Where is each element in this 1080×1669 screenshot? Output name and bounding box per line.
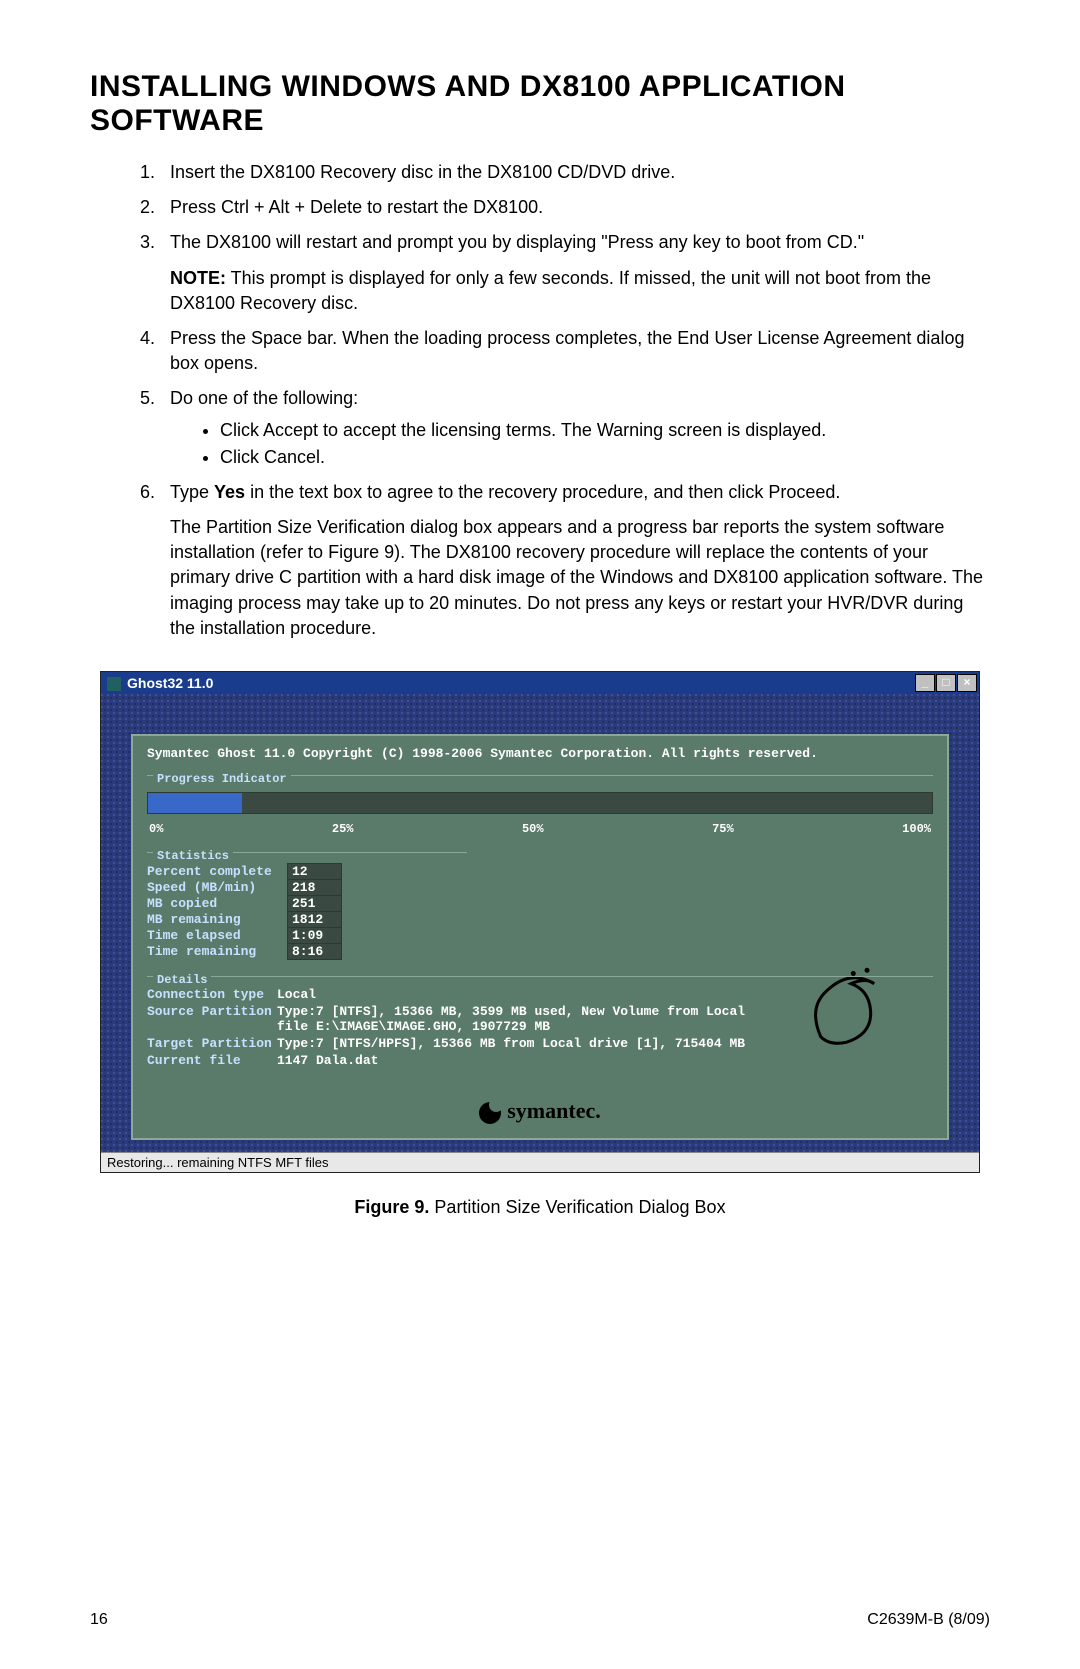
note-text: This prompt is displayed for only a few … [170, 268, 931, 313]
detail-label: Target Partition [147, 1036, 277, 1051]
stat-label: MB remaining [147, 912, 288, 928]
step-5b-text: Click Cancel. [220, 447, 325, 467]
step-5a-text: Click Accept to accept the licensing ter… [220, 420, 826, 440]
progress-label: Progress Indicator [153, 772, 291, 786]
detail-tgt-part: Target PartitionType:7 [NTFS/HPFS], 1536… [147, 1036, 933, 1051]
step-1-text: Insert the DX8100 Recovery disc in the D… [170, 162, 675, 182]
symantec-text: symantec. [507, 1098, 600, 1123]
ghost-copyright: Symantec Ghost 11.0 Copyright (C) 1998-2… [147, 746, 933, 761]
step-3-note: NOTE: This prompt is displayed for only … [170, 266, 990, 316]
stat-row-elapsed: Time elapsed1:09 [147, 928, 342, 944]
detail-label: Current file [147, 1053, 277, 1068]
stat-value: 218 [288, 880, 342, 896]
tick-100: 100% [902, 822, 931, 836]
step-5b: Click Cancel. [220, 445, 990, 470]
detail-src-part: Source PartitionType:7 [NTFS], 15366 MB,… [147, 1004, 933, 1034]
step-6-para: The Partition Size Verification dialog b… [170, 515, 990, 641]
step-5a: Click Accept to accept the licensing ter… [220, 418, 990, 443]
stat-row-percent: Percent complete12 [147, 864, 342, 880]
progress-bar-fill [148, 793, 242, 813]
details-section: Details Connection typeLocal Source Part… [147, 976, 933, 1068]
maximize-button[interactable]: □ [936, 674, 956, 692]
stat-label: MB copied [147, 896, 288, 912]
detail-value: Local [277, 987, 316, 1002]
stat-value: 1:09 [288, 928, 342, 944]
stat-value: 1812 [288, 912, 342, 928]
progress-bar [147, 792, 933, 814]
step-5-sublist: Click Accept to accept the licensing ter… [170, 418, 990, 470]
progress-ticks: 0% 25% 50% 75% 100% [147, 818, 933, 836]
stat-value: 251 [288, 896, 342, 912]
window-title-text: Ghost32 11.0 [127, 675, 213, 691]
stat-value: 8:16 [288, 944, 342, 960]
page-footer: 16 C2639M-B (8/09) [90, 1611, 990, 1629]
stat-label: Time remaining [147, 944, 288, 960]
detail-value: Type:7 [NTFS/HPFS], 15366 MB from Local … [277, 1036, 745, 1051]
app-icon [107, 677, 121, 691]
tick-0: 0% [149, 822, 163, 836]
minimize-button[interactable]: _ [915, 674, 935, 692]
step-1: Insert the DX8100 Recovery disc in the D… [160, 160, 990, 185]
progress-section: Progress Indicator 0% 25% 50% 75% 100% [147, 775, 933, 836]
ghost-screenshot: Ghost32 11.0 _ □ × Symantec Ghost 11.0 C… [100, 671, 980, 1173]
step-5-text: Do one of the following: [170, 388, 358, 408]
page-number: 16 [90, 1611, 108, 1629]
symantec-logo: symantec. [147, 1098, 933, 1124]
statistics-section: Statistics Percent complete12 Speed (MB/… [147, 852, 467, 960]
close-button[interactable]: × [957, 674, 977, 692]
figure-text: Partition Size Verification Dialog Box [429, 1197, 725, 1217]
detail-value: Type:7 [NTFS], 15366 MB, 3599 MB used, N… [277, 1004, 747, 1034]
window-controls: _ □ × [914, 674, 977, 692]
step-3: The DX8100 will restart and prompt you b… [160, 230, 990, 316]
ghost-body: Symantec Ghost 11.0 Copyright (C) 1998-2… [101, 694, 979, 1152]
stat-label: Percent complete [147, 864, 288, 880]
figure-caption: Figure 9. Partition Size Verification Di… [90, 1197, 990, 1218]
step-4: Press the Space bar. When the loading pr… [160, 326, 990, 376]
detail-conn-type: Connection typeLocal [147, 987, 933, 1002]
step-2-text: Press Ctrl + Alt + Delete to restart the… [170, 197, 543, 217]
window-titlebar: Ghost32 11.0 _ □ × [101, 672, 979, 694]
stat-row-speed: Speed (MB/min)218 [147, 880, 342, 896]
statistics-label: Statistics [153, 849, 233, 863]
stat-label: Time elapsed [147, 928, 288, 944]
tick-25: 25% [332, 822, 354, 836]
status-bar: Restoring... remaining NTFS MFT files [101, 1152, 979, 1172]
step-6-yes: Yes [214, 482, 245, 502]
detail-cur-file: Current file1147 Dala.dat [147, 1053, 933, 1068]
step-3-text: The DX8100 will restart and prompt you b… [170, 232, 864, 252]
stat-row-timeremain: Time remaining8:16 [147, 944, 342, 960]
step-6-post: in the text box to agree to the recovery… [245, 482, 840, 502]
tick-50: 50% [522, 822, 544, 836]
page-title: INSTALLING WINDOWS AND DX8100 APPLICATIO… [90, 70, 990, 138]
details-label: Details [153, 973, 211, 987]
symantec-icon [479, 1102, 501, 1124]
stat-label: Speed (MB/min) [147, 880, 288, 896]
step-4-text: Press the Space bar. When the loading pr… [170, 328, 964, 373]
step-5: Do one of the following: Click Accept to… [160, 386, 990, 470]
figure-number: Figure 9. [354, 1197, 429, 1217]
detail-label: Connection type [147, 987, 277, 1002]
note-label: NOTE: [170, 268, 226, 288]
step-2: Press Ctrl + Alt + Delete to restart the… [160, 195, 990, 220]
doc-id: C2639M-B (8/09) [867, 1611, 990, 1629]
detail-value: 1147 Dala.dat [277, 1053, 378, 1068]
titlebar-left: Ghost32 11.0 [107, 675, 213, 691]
step-6: Type Yes in the text box to agree to the… [160, 480, 990, 641]
ghost-main-panel: Symantec Ghost 11.0 Copyright (C) 1998-2… [131, 734, 949, 1140]
tick-75: 75% [712, 822, 734, 836]
stat-value: 12 [288, 864, 342, 880]
step-6-pre: Type [170, 482, 214, 502]
instruction-list: Insert the DX8100 Recovery disc in the D… [90, 160, 990, 641]
stat-row-copied: MB copied251 [147, 896, 342, 912]
stat-row-remaining: MB remaining1812 [147, 912, 342, 928]
statistics-table: Percent complete12 Speed (MB/min)218 MB … [147, 863, 342, 960]
detail-label: Source Partition [147, 1004, 277, 1019]
